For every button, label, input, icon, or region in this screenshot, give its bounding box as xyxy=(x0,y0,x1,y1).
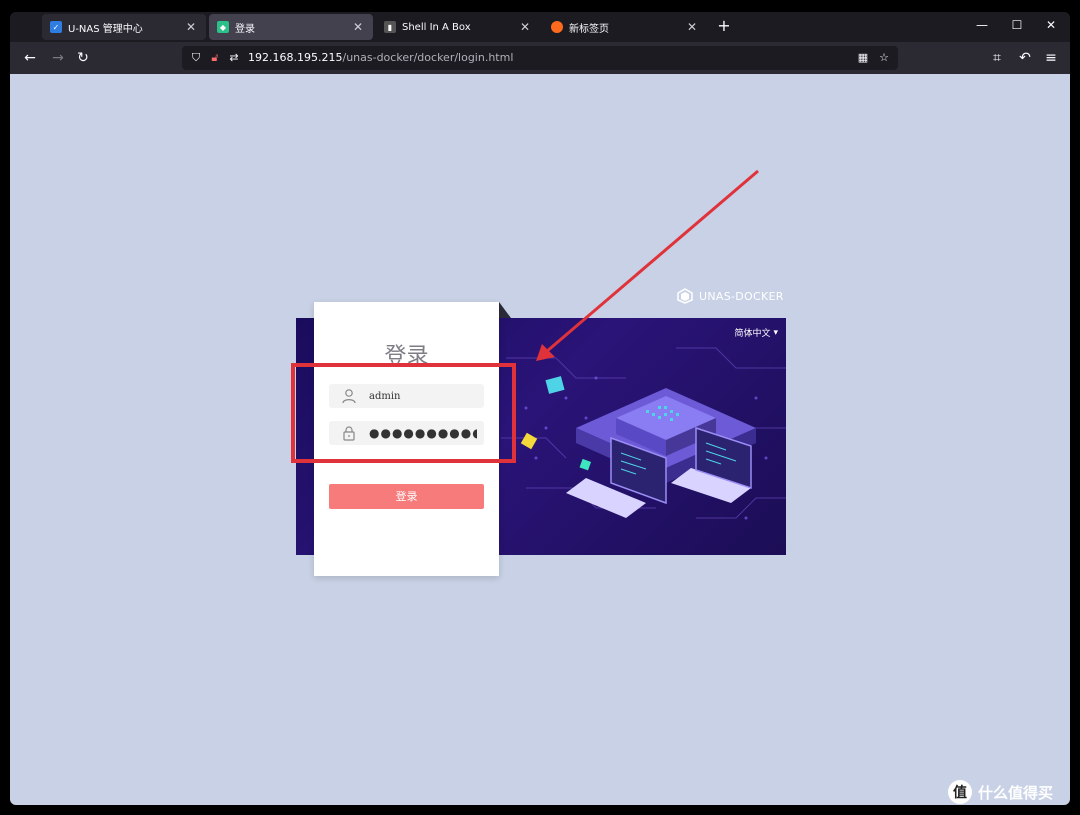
insecure-lock-icon[interactable]: 🔓︎ xyxy=(207,49,223,67)
docker-icon: ◆ xyxy=(217,21,229,33)
menu-icon[interactable]: ≡ xyxy=(1041,49,1061,67)
close-icon[interactable]: ✕ xyxy=(184,20,198,34)
firefox-icon xyxy=(551,21,563,33)
page-content: UNAS-DOCKER 简体中文 ▾ 登录 admin ●●●●●●●●●●● … xyxy=(10,74,1070,805)
close-icon[interactable]: ✕ xyxy=(518,20,532,34)
tab-title: Shell In A Box xyxy=(402,21,471,33)
nav-bar: ← → ↻ ⛉ 🔓︎ ⇄ 192.168.195.215/unas-docker… xyxy=(10,42,1070,74)
unas-logo-icon xyxy=(677,288,693,304)
url-text[interactable]: 192.168.195.215/unas-docker/docker/login… xyxy=(248,46,513,70)
qr-code-icon[interactable]: ▦ xyxy=(855,49,871,67)
new-tab-button[interactable]: + xyxy=(714,16,734,35)
tab-newtab[interactable]: 新标签页 ✕ xyxy=(543,14,707,40)
browser-window: ✓ U-NAS 管理中心 ✕ ◆ 登录 ✕ ▮ Shell In A Box ✕… xyxy=(10,12,1070,805)
reload-icon[interactable]: ↻ xyxy=(73,49,93,67)
tab-title: 新标签页 xyxy=(569,23,609,35)
tab-shell[interactable]: ▮ Shell In A Box ✕ xyxy=(376,14,540,40)
language-label: 简体中文 xyxy=(734,329,771,339)
watermark-text: 什么值得买 xyxy=(978,783,1054,802)
unas-icon: ✓ xyxy=(50,21,62,33)
annotation-highlight-box xyxy=(291,363,516,463)
caret-down-icon: ▾ xyxy=(773,327,778,338)
permissions-icon[interactable]: ⇄ xyxy=(226,49,242,67)
brand: UNAS-DOCKER xyxy=(677,288,784,304)
back-arrow-icon[interactable]: ← xyxy=(20,49,40,67)
shell-icon: ▮ xyxy=(384,21,396,33)
tab-title: U-NAS 管理中心 xyxy=(68,23,143,35)
close-icon[interactable]: ✕ xyxy=(685,20,699,34)
maximize-icon[interactable]: ☐ xyxy=(1007,18,1027,32)
tab-unas[interactable]: ✓ U-NAS 管理中心 ✕ xyxy=(42,14,206,40)
login-button[interactable]: 登录 xyxy=(329,484,484,509)
crop-icon[interactable]: ⌗ xyxy=(987,49,1007,67)
bookmark-star-icon[interactable]: ☆ xyxy=(876,49,892,67)
language-selector[interactable]: 简体中文 ▾ xyxy=(734,326,778,340)
minimize-icon[interactable]: — xyxy=(972,18,992,32)
window-close-icon[interactable]: ✕ xyxy=(1041,18,1061,32)
shield-icon[interactable]: ⛉ xyxy=(188,49,204,67)
tab-strip: ✓ U-NAS 管理中心 ✕ ◆ 登录 ✕ ▮ Shell In A Box ✕… xyxy=(10,12,1070,42)
url-path: /unas-docker/docker/login.html xyxy=(342,51,514,64)
watermark: 值 什么值得买 xyxy=(948,780,1053,804)
close-icon[interactable]: ✕ xyxy=(351,20,365,34)
forward-arrow-icon[interactable]: → xyxy=(48,49,68,67)
watermark-badge: 值 xyxy=(948,780,972,804)
brand-name: UNAS-DOCKER xyxy=(699,289,784,303)
tab-title: 登录 xyxy=(235,23,255,35)
undo-icon[interactable]: ↶ xyxy=(1015,49,1035,67)
card-fold-decoration xyxy=(499,302,511,318)
url-host: 192.168.195.215 xyxy=(248,51,343,64)
tab-login[interactable]: ◆ 登录 ✕ xyxy=(209,14,373,40)
url-bar[interactable]: ⛉ 🔓︎ ⇄ 192.168.195.215/unas-docker/docke… xyxy=(182,46,898,70)
